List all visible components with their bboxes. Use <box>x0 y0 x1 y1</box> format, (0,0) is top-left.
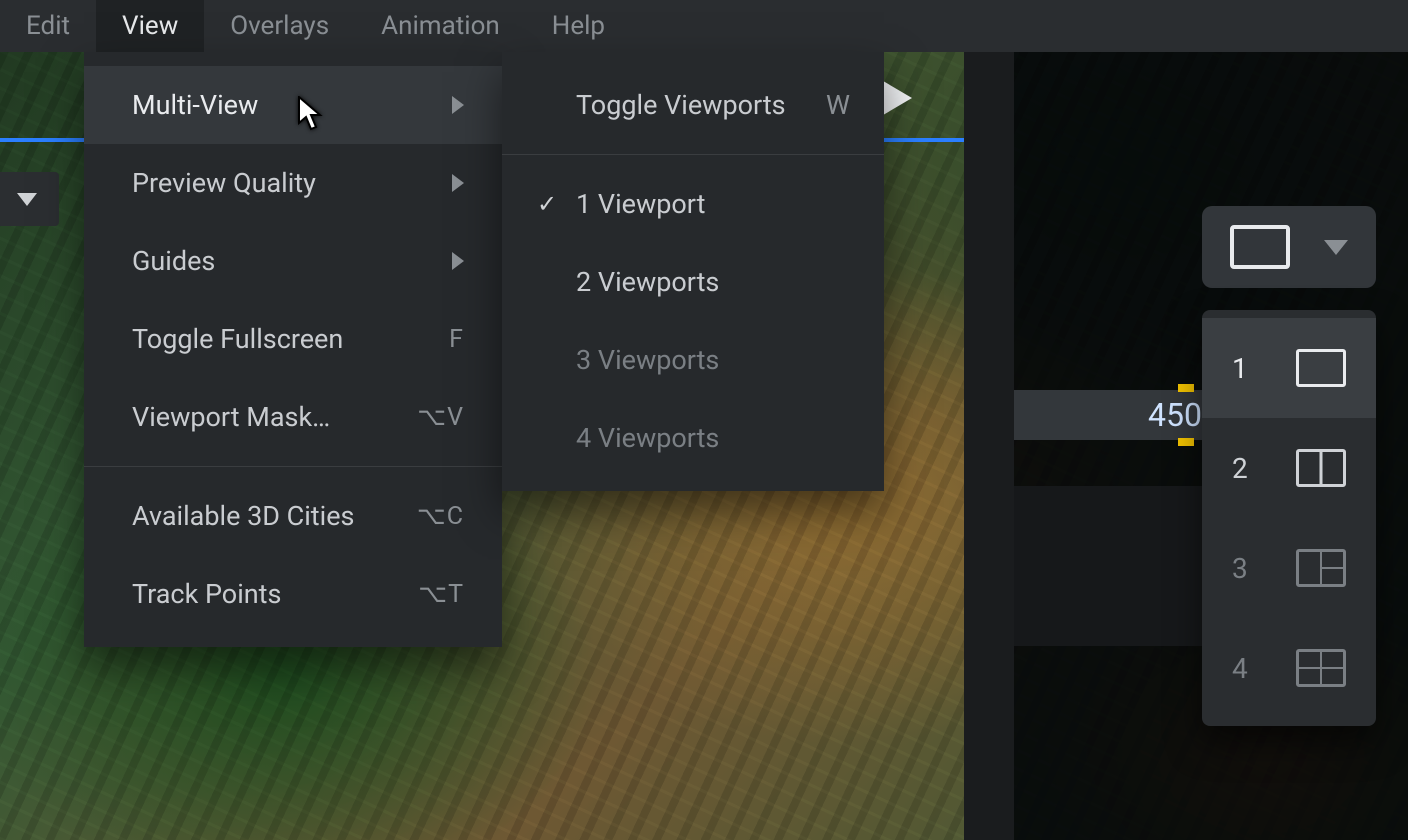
chevron-down-icon <box>17 193 37 206</box>
menu-item-label: Multi-View <box>132 89 258 121</box>
submenu-item-label: Toggle Viewports <box>576 89 786 121</box>
chevron-down-icon <box>1324 240 1348 255</box>
layout-4-icon <box>1296 649 1346 687</box>
single-viewport-icon <box>1230 225 1290 269</box>
viewport-option-3: 3 <box>1202 518 1376 618</box>
menu-item-shortcut: F <box>449 325 464 354</box>
submenu-item-label: 4 Viewports <box>576 422 719 454</box>
menu-item-shortcut: ⌥C <box>417 501 464 531</box>
field-marker-bottom <box>1178 438 1194 446</box>
menu-edit[interactable]: Edit <box>0 0 96 52</box>
chevron-right-icon <box>452 174 464 192</box>
menu-item-label: Toggle Fullscreen <box>132 323 343 355</box>
viewport-option-label: 3 <box>1232 552 1248 585</box>
submenu-item-label: 1 Viewport <box>576 188 705 220</box>
viewport-option-label: 2 <box>1232 452 1248 485</box>
chevron-right-icon <box>452 252 464 270</box>
viewport-option-label: 4 <box>1232 652 1248 685</box>
viewport-option-2[interactable]: 2 <box>1202 418 1376 518</box>
layout-3-icon <box>1296 549 1346 587</box>
menu-overlays[interactable]: Overlays <box>204 0 355 52</box>
menu-item-label: Guides <box>132 245 215 277</box>
submenu-item-4-viewports: 4 Viewports <box>502 399 884 477</box>
menu-item-track-points[interactable]: Track Points ⌥T <box>84 555 502 633</box>
menu-item-label: Available 3D Cities <box>132 500 354 532</box>
viewport-option-1[interactable]: 1 <box>1202 318 1376 418</box>
submenu-item-shortcut: W <box>826 89 850 121</box>
menu-item-label: Track Points <box>132 578 281 610</box>
submenu-item-3-viewports: 3 Viewports <box>502 321 884 399</box>
menu-item-label: Viewport Mask… <box>132 401 330 433</box>
menu-item-multi-view[interactable]: Multi-View <box>84 66 502 144</box>
layout-2-icon <box>1296 449 1346 487</box>
menu-item-shortcut: ⌥V <box>417 402 464 432</box>
viewport-divider <box>964 0 1014 840</box>
menu-animation[interactable]: Animation <box>355 0 526 52</box>
multi-view-submenu: Toggle Viewports W ✓ 1 Viewport 2 Viewpor… <box>502 52 884 491</box>
menu-item-guides[interactable]: Guides <box>84 222 502 300</box>
submenu-item-label: 2 Viewports <box>576 266 719 298</box>
menu-item-preview-quality[interactable]: Preview Quality <box>84 144 502 222</box>
menu-item-viewport-mask[interactable]: Viewport Mask… ⌥V <box>84 378 502 456</box>
menu-item-available-3d-cities[interactable]: Available 3D Cities ⌥C <box>84 477 502 555</box>
menu-help[interactable]: Help <box>526 0 631 52</box>
numeric-field[interactable]: 450 <box>1014 390 1208 440</box>
layout-1-icon <box>1296 349 1346 387</box>
menu-item-toggle-fullscreen[interactable]: Toggle Fullscreen F <box>84 300 502 378</box>
menu-item-label: Preview Quality <box>132 167 316 199</box>
submenu-item-label: 3 Viewports <box>576 344 719 376</box>
menu-view[interactable]: View <box>96 0 204 52</box>
chevron-right-icon <box>452 96 464 114</box>
view-menu-dropdown: Multi-View Preview Quality Guides Toggle… <box>84 52 502 647</box>
check-icon: ✓ <box>536 190 558 218</box>
field-marker-top <box>1178 384 1194 392</box>
menu-bar: Edit View Overlays Animation Help <box>0 0 1408 52</box>
menu-separator <box>84 466 502 467</box>
viewport-option-4: 4 <box>1202 618 1376 718</box>
viewport-option-label: 1 <box>1232 352 1248 385</box>
submenu-item-1-viewport[interactable]: ✓ 1 Viewport <box>502 165 884 243</box>
viewport-layout-button[interactable] <box>1202 206 1376 288</box>
submenu-item-2-viewports[interactable]: 2 Viewports <box>502 243 884 321</box>
panel-dark-box <box>1014 486 1202 646</box>
viewport-layout-popover: 1 2 3 4 <box>1202 310 1376 726</box>
camera-dropdown[interactable]: ra <box>0 172 59 226</box>
menu-item-shortcut: ⌥T <box>418 579 464 609</box>
menu-separator <box>502 154 884 155</box>
submenu-item-toggle-viewports[interactable]: Toggle Viewports W <box>502 66 884 144</box>
